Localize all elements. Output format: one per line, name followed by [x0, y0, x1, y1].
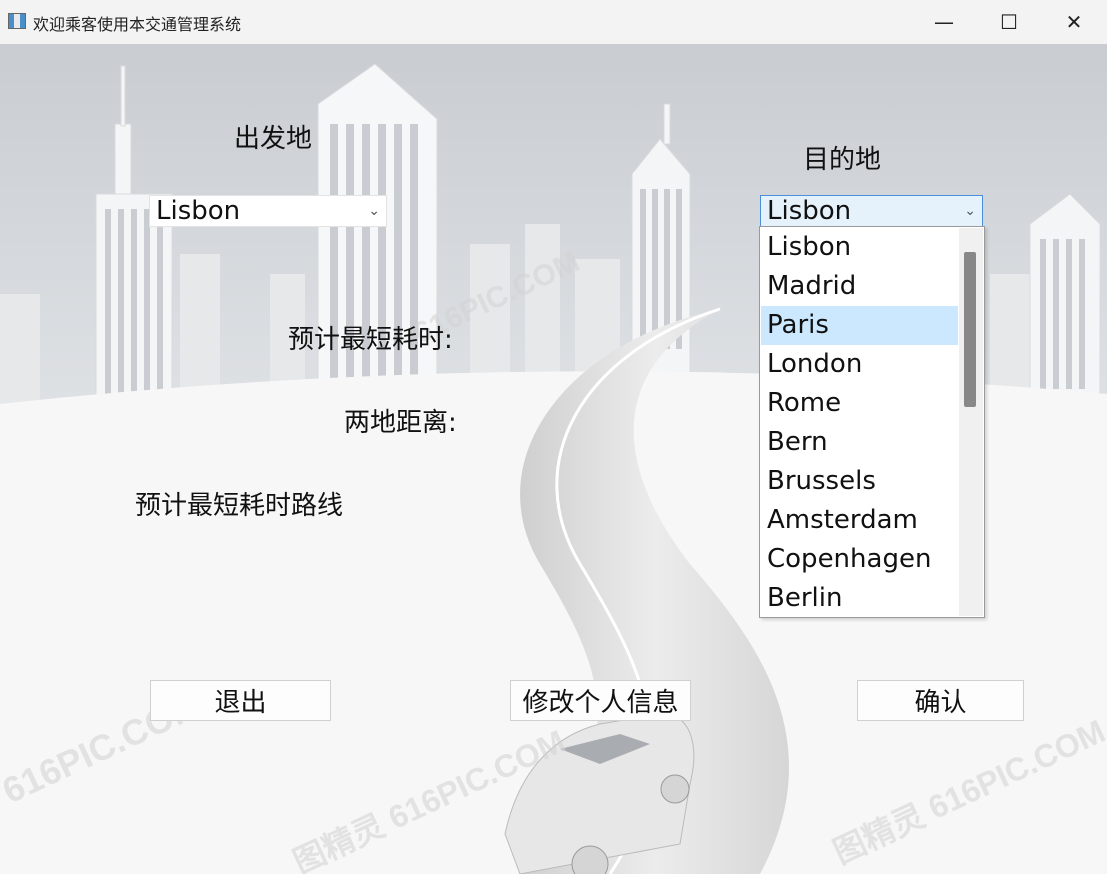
dropdown-option-highlighted[interactable]: Paris — [761, 306, 958, 345]
close-icon: ✕ — [1065, 10, 1083, 34]
close-button[interactable]: ✕ — [1041, 0, 1107, 44]
destination-combobox-value: Lisbon — [767, 196, 852, 226]
dropdown-option[interactable]: Berlin — [761, 579, 958, 618]
dropdown-option[interactable]: Lisbon — [761, 228, 958, 267]
maximize-button-real[interactable]: ☐ — [977, 0, 1041, 44]
chevron-down-icon: ⌄ — [964, 203, 976, 219]
dropdown-option[interactable]: London — [761, 345, 958, 384]
confirm-button[interactable]: 确认 — [857, 680, 1024, 721]
origin-combobox-value: Lisbon — [156, 196, 241, 226]
exit-button[interactable]: 退出 — [150, 680, 331, 721]
dropdown-scrollbar[interactable] — [959, 228, 983, 616]
dropdown-option[interactable]: Bern — [761, 423, 958, 462]
shortest-time-label: 预计最短耗时: — [288, 325, 453, 355]
dropdown-option[interactable]: Copenhagen — [761, 540, 958, 579]
minimize-button-real[interactable]: — — [912, 0, 976, 44]
origin-combobox[interactable]: Lisbon ⌄ — [149, 195, 387, 227]
destination-dropdown-list[interactable]: Lisbon Madrid Paris London Rome Bern Bru… — [759, 226, 985, 618]
main-panel: 616PIC.COM 图精灵 616PIC.COM 图精灵 616PIC.COM… — [0, 44, 1107, 874]
destination-combobox[interactable]: Lisbon ⌄ — [760, 195, 983, 227]
chevron-down-icon: ⌄ — [368, 203, 380, 219]
destination-label: 目的地 — [803, 145, 882, 175]
edit-profile-button[interactable]: 修改个人信息 — [510, 680, 691, 721]
dropdown-option[interactable]: Brussels — [761, 462, 958, 501]
dropdown-option[interactable]: Rome — [761, 384, 958, 423]
app-icon — [8, 13, 26, 29]
distance-label: 两地距离: — [344, 408, 457, 438]
dropdown-option[interactable]: Madrid — [761, 267, 958, 306]
route-label: 预计最短耗时路线 — [135, 491, 344, 521]
window-title: 欢迎乘客使用本交通管理系统 — [33, 15, 242, 34]
maximize-icon: ☐ — [1000, 10, 1018, 34]
origin-label: 出发地 — [234, 124, 313, 154]
dropdown-option[interactable]: Amsterdam — [761, 501, 958, 540]
scrollbar-thumb[interactable] — [964, 252, 976, 407]
minimize-icon: — — [934, 10, 954, 34]
